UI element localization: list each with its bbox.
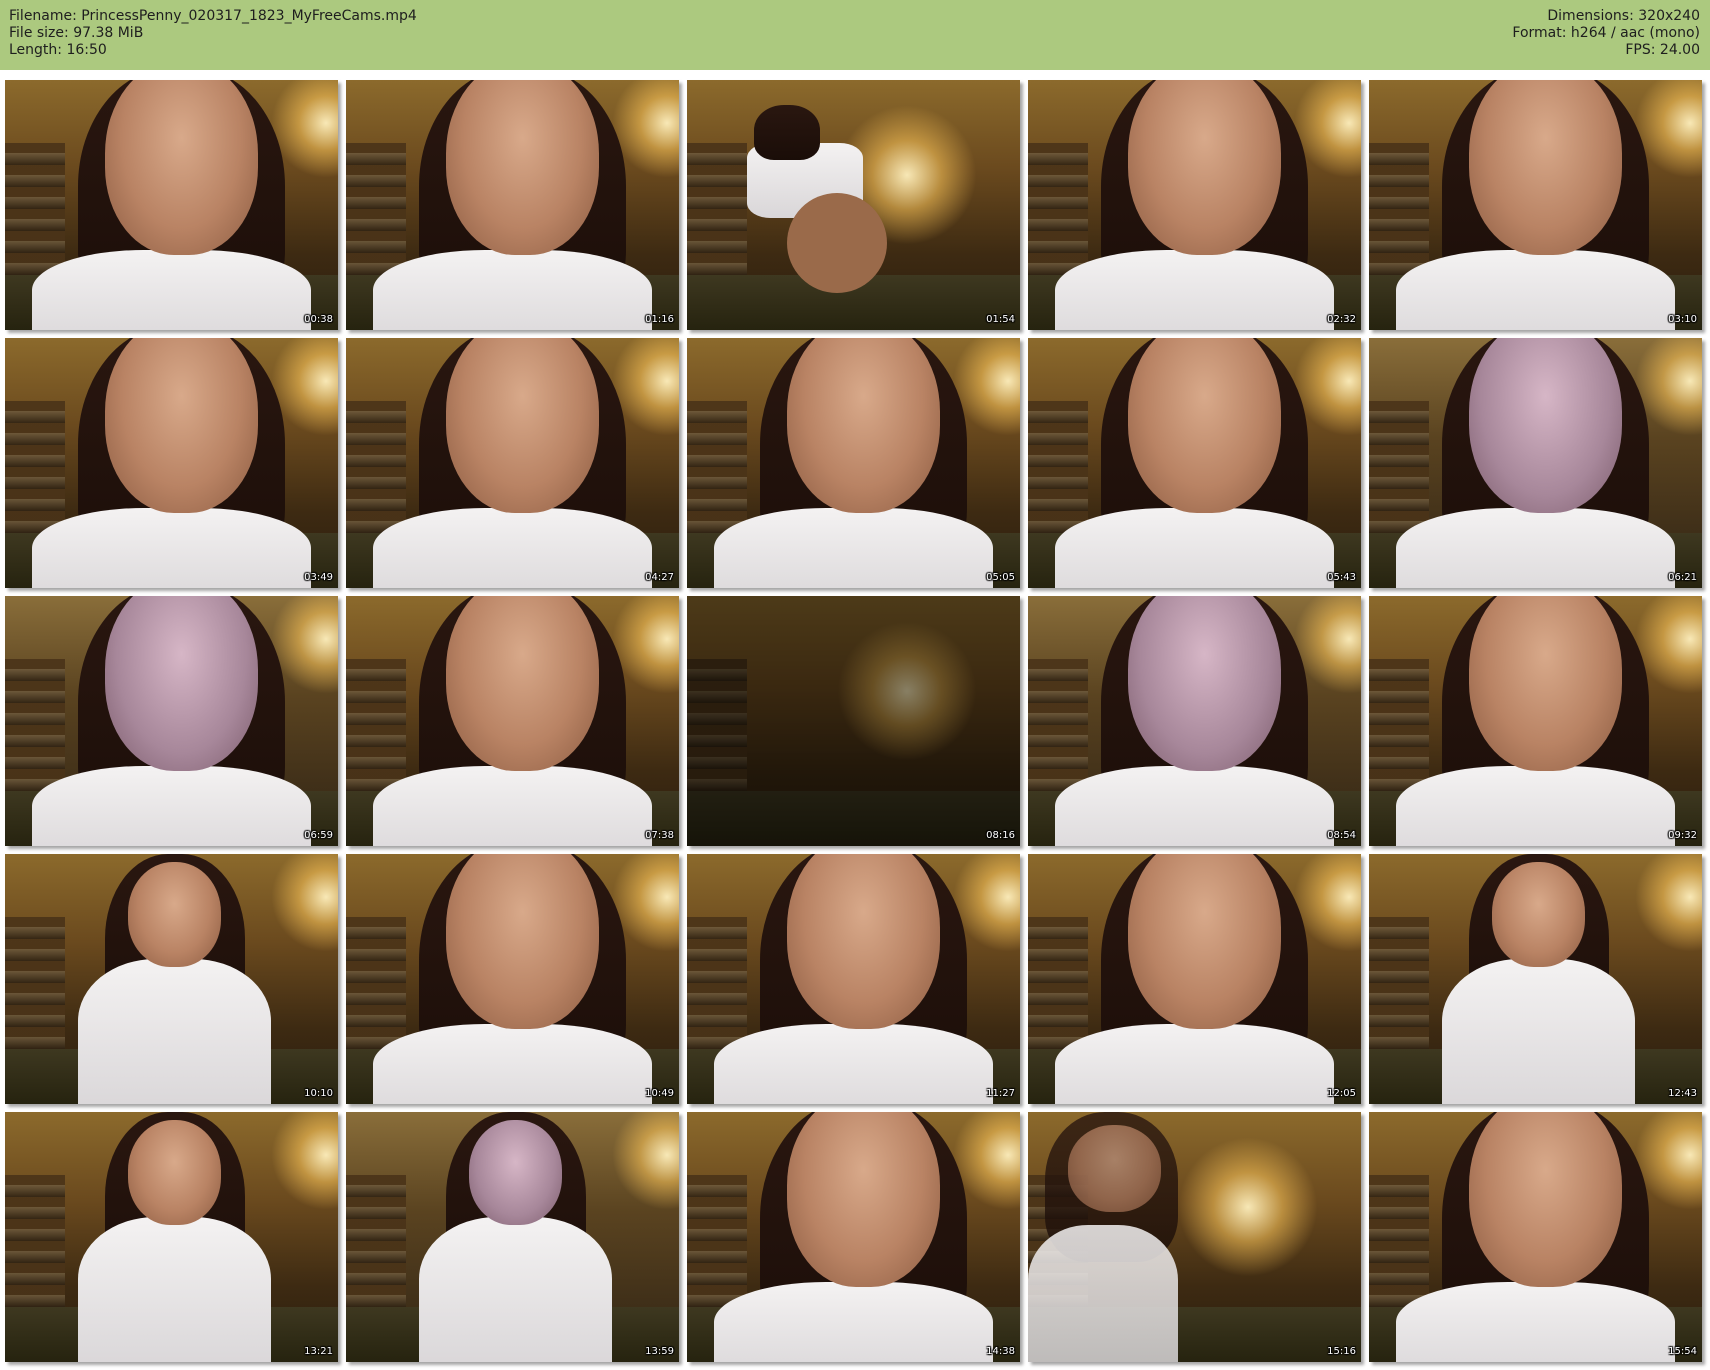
thumbnail-timestamp: 02:32: [1327, 314, 1356, 325]
thumbnail-frame-image: [346, 1112, 679, 1362]
video-thumbnail: 00:38: [5, 80, 338, 330]
thumbnail-timestamp: 07:38: [645, 830, 674, 841]
video-thumbnail: 08:54: [1028, 596, 1361, 846]
thumbnail-timestamp: 04:27: [645, 572, 674, 583]
thumbnail-timestamp: 09:32: [1668, 830, 1697, 841]
thumbnail-frame-image: [346, 854, 679, 1104]
thumbnail-timestamp: 05:43: [1327, 572, 1356, 583]
video-thumbnail: 04:27: [346, 338, 679, 588]
video-thumbnail: 12:43: [1369, 854, 1702, 1104]
video-thumbnail: 13:59: [346, 1112, 679, 1362]
thumbnail-timestamp: 00:38: [304, 314, 333, 325]
thumbnail-timestamp: 06:21: [1668, 572, 1697, 583]
video-thumbnail: 03:49: [5, 338, 338, 588]
thumbnail-frame-image: [346, 338, 679, 588]
thumbnail-grid: 00:38 01:16 01:54 02:32 03:10 03:49 04:27 05:05…: [0, 0, 1710, 1370]
thumbnail-frame-image: [1369, 1112, 1702, 1362]
thumbnail-frame-image: [1028, 1112, 1361, 1362]
thumbnail-frame-image: [1369, 854, 1702, 1104]
video-thumbnail: 03:10: [1369, 80, 1702, 330]
video-thumbnail: 02:32: [1028, 80, 1361, 330]
thumbnail-frame-image: [687, 854, 1020, 1104]
video-thumbnail: 15:54: [1369, 1112, 1702, 1362]
thumbnail-frame-image: [687, 596, 1020, 846]
thumbnail-timestamp: 03:49: [304, 572, 333, 583]
thumbnail-frame-image: [1028, 596, 1361, 846]
thumbnail-timestamp: 01:16: [645, 314, 674, 325]
thumbnail-timestamp: 12:43: [1668, 1088, 1697, 1099]
thumbnail-frame-image: [1028, 338, 1361, 588]
thumbnail-frame-image: [1369, 596, 1702, 846]
video-thumbnail: 06:59: [5, 596, 338, 846]
video-thumbnail: 15:16: [1028, 1112, 1361, 1362]
video-thumbnail: 01:16: [346, 80, 679, 330]
video-thumbnail: 07:38: [346, 596, 679, 846]
video-thumbnail: 13:21: [5, 1112, 338, 1362]
thumbnail-timestamp: 13:59: [645, 1346, 674, 1357]
thumbnail-timestamp: 08:16: [986, 830, 1015, 841]
thumbnail-frame-image: [5, 80, 338, 330]
thumbnail-frame-image: [1028, 854, 1361, 1104]
thumbnail-timestamp: 10:10: [304, 1088, 333, 1099]
video-thumbnail: 11:27: [687, 854, 1020, 1104]
thumbnail-frame-image: [5, 338, 338, 588]
thumbnail-timestamp: 12:05: [1327, 1088, 1356, 1099]
thumbnail-timestamp: 01:54: [986, 314, 1015, 325]
thumbnail-frame-image: [346, 80, 679, 330]
video-thumbnail: 06:21: [1369, 338, 1702, 588]
thumbnail-timestamp: 15:54: [1668, 1346, 1697, 1357]
thumbnail-frame-image: [5, 854, 338, 1104]
video-thumbnail: 14:38: [687, 1112, 1020, 1362]
thumbnail-frame-image: [687, 338, 1020, 588]
thumbnail-timestamp: 10:49: [645, 1088, 674, 1099]
video-thumbnail: 10:49: [346, 854, 679, 1104]
video-thumbnail: 10:10: [5, 854, 338, 1104]
thumbnail-timestamp: 05:05: [986, 572, 1015, 583]
thumbnail-frame-image: [1369, 80, 1702, 330]
thumbnail-frame-image: [687, 1112, 1020, 1362]
thumbnail-frame-image: [5, 596, 338, 846]
video-thumbnail: 12:05: [1028, 854, 1361, 1104]
thumbnail-frame-image: [346, 596, 679, 846]
thumbnail-frame-image: [687, 80, 1020, 330]
video-thumbnail: 08:16: [687, 596, 1020, 846]
video-thumbnail: 09:32: [1369, 596, 1702, 846]
video-thumbnail: 05:43: [1028, 338, 1361, 588]
thumbnail-frame-image: [1369, 338, 1702, 588]
thumbnail-frame-image: [1028, 80, 1361, 330]
thumbnail-frame-image: [5, 1112, 338, 1362]
thumbnail-timestamp: 15:16: [1327, 1346, 1356, 1357]
thumbnail-timestamp: 03:10: [1668, 314, 1697, 325]
thumbnail-timestamp: 14:38: [986, 1346, 1015, 1357]
video-thumbnail: 01:54: [687, 80, 1020, 330]
thumbnail-timestamp: 13:21: [304, 1346, 333, 1357]
thumbnail-timestamp: 08:54: [1327, 830, 1356, 841]
video-thumbnail: 05:05: [687, 338, 1020, 588]
thumbnail-timestamp: 11:27: [986, 1088, 1015, 1099]
thumbnail-timestamp: 06:59: [304, 830, 333, 841]
